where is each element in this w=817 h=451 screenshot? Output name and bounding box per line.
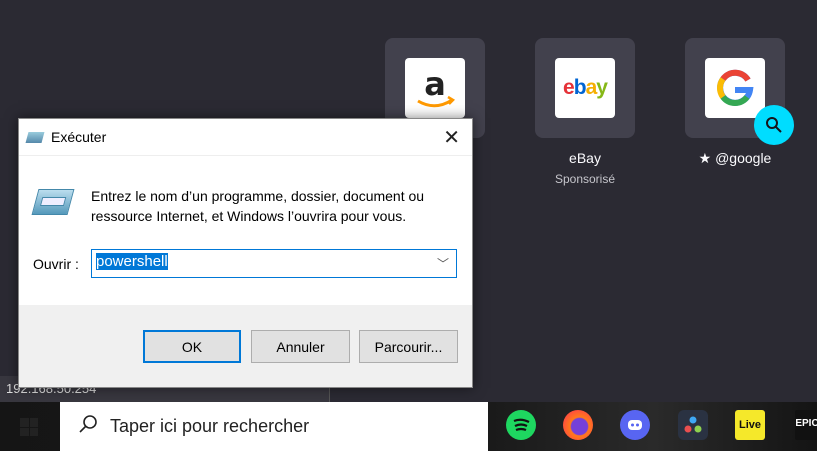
chevron-down-icon[interactable]: ﹀ [437, 255, 449, 272]
ok-button[interactable]: OK [143, 330, 241, 363]
epic-games-icon[interactable]: EPIC [795, 410, 817, 440]
pin-icon: ★ [698, 150, 716, 166]
dialog-description: Entrez le nom d’un programme, dossier, d… [91, 188, 425, 224]
open-label: Ouvrir : [33, 256, 79, 272]
tile-ebay-sponsored: Sponsorisé [554, 172, 616, 186]
tile-ebay[interactable]: ebay [535, 38, 635, 138]
run-dialog: Exécuter ✕ Entrez le nom d’un programme,… [18, 118, 473, 388]
ableton-live-icon[interactable]: Live [735, 410, 765, 440]
davinci-resolve-icon[interactable] [678, 410, 708, 440]
tile-google-text: @google [715, 150, 772, 166]
tile-ebay-label: eBay [569, 150, 601, 166]
start-windows-icon[interactable] [20, 418, 38, 436]
search-icon [78, 414, 98, 439]
run-large-icon [31, 189, 75, 215]
tile-google-label: ★ @google [665, 150, 805, 167]
browse-button[interactable]: Parcourir... [359, 330, 458, 363]
google-logo [705, 58, 765, 118]
taskbar-search-placeholder: Taper ici pour rechercher [110, 416, 310, 436]
svg-text:a: a [424, 65, 446, 103]
close-icon[interactable]: ✕ [443, 125, 460, 150]
dialog-titlebar: Exécuter [19, 119, 472, 156]
taskbar: Taper ici pour rechercher Live EPIC [0, 402, 817, 451]
spotify-icon[interactable] [506, 410, 536, 440]
open-input-value[interactable]: powershell [96, 253, 168, 270]
firefox-icon[interactable] [563, 410, 593, 440]
ebay-logo: ebay [555, 58, 615, 118]
search-shortcut-icon[interactable] [754, 105, 794, 145]
dialog-footer: OK Annuler Parcourir... [19, 305, 472, 387]
open-combobox[interactable]: powershell ﹀ [91, 249, 457, 278]
dialog-title: Exécuter [51, 129, 107, 145]
discord-icon[interactable] [620, 410, 650, 440]
amazon-logo: a [405, 58, 465, 118]
run-icon [25, 131, 45, 143]
cancel-button[interactable]: Annuler [251, 330, 350, 363]
taskbar-search-box[interactable]: Taper ici pour rechercher [60, 402, 488, 451]
